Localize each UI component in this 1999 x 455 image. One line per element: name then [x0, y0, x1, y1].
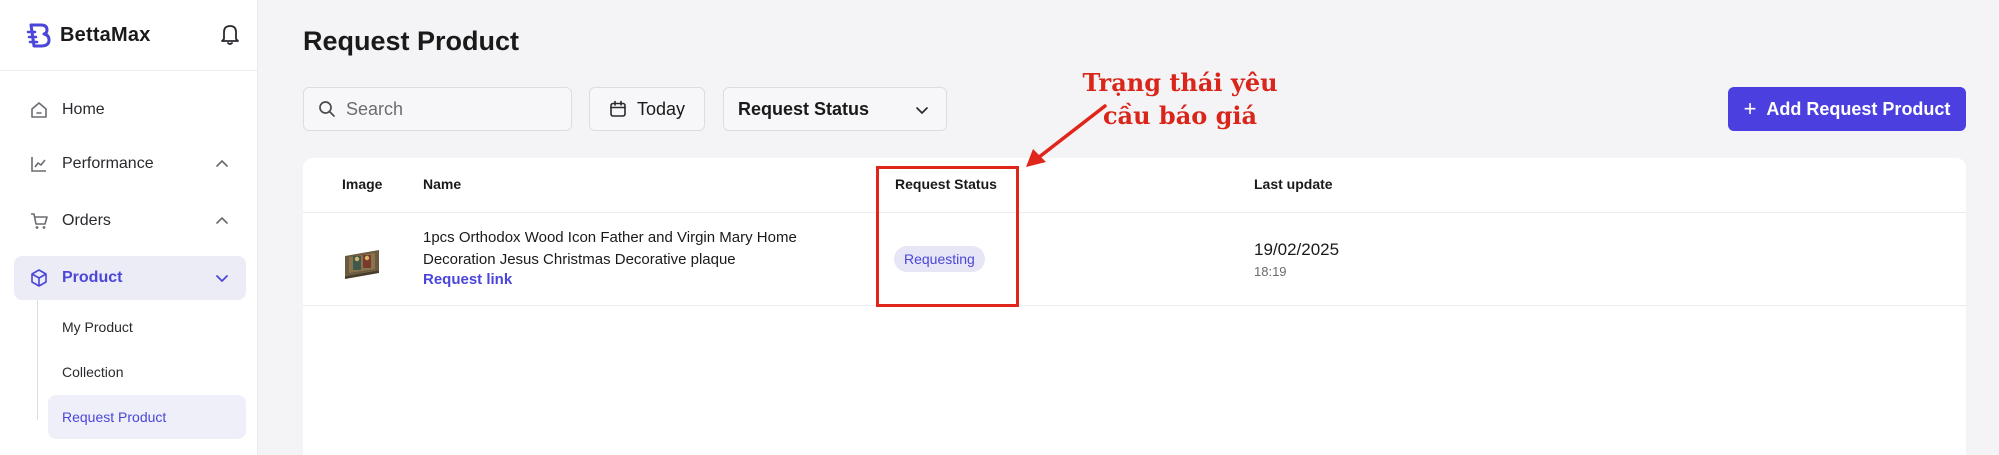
column-header-name: Name [423, 176, 462, 192]
header-divider [303, 212, 1966, 213]
submenu-guide-line [37, 300, 38, 420]
product-name-line: Decoration Jesus Christmas Decorative pl… [423, 251, 736, 268]
plus-icon: + [1743, 96, 1757, 121]
sidebar-subitem-label: My Product [62, 319, 133, 335]
column-header-last-update: Last update [1254, 176, 1333, 192]
annotation-text: Trạng thái yêu cầu báo giá [1080, 66, 1280, 132]
request-table [303, 158, 1966, 455]
add-request-product-button[interactable]: + Add Request Product [1728, 87, 1966, 131]
search-icon [319, 101, 335, 117]
home-icon [28, 99, 50, 121]
sidebar-item-product[interactable]: Product [14, 256, 246, 300]
last-update-date: 19/02/2025 [1254, 240, 1340, 259]
product-name: 1pcs Orthodox Wood Icon Father and Virgi… [423, 227, 823, 271]
date-filter-label: Today [636, 98, 686, 119]
row-divider [303, 305, 1966, 306]
sidebar-subitem-label: Collection [62, 364, 124, 380]
sidebar-item-label: Orders [62, 212, 111, 229]
sidebar-item-label: Home [62, 101, 105, 118]
sidebar-subitem-label: Request Product [62, 409, 167, 425]
sidebar-subitem-collection[interactable]: Collection [48, 350, 246, 394]
request-link[interactable]: Request link [423, 271, 512, 288]
chart-icon [28, 153, 50, 175]
request-status-select-label: Request Status [738, 98, 870, 119]
sidebar-item-label: Performance [62, 155, 154, 172]
chevron-up-icon[interactable] [214, 156, 230, 172]
annotation-line: Trạng thái yêu [1082, 68, 1278, 97]
search-box[interactable] [303, 87, 572, 131]
sidebar-item-performance[interactable]: Performance [14, 142, 246, 186]
annotation-highlight-box [876, 166, 1019, 307]
sidebar-item-label: Product [62, 269, 123, 286]
brand-name: BettaMax [60, 23, 151, 46]
sidebar: BettaMax Home Performance Orders Product [0, 0, 258, 455]
date-filter-button[interactable]: Today [589, 87, 705, 131]
product-name-line: 1pcs Orthodox Wood Icon Father and Virgi… [423, 229, 797, 246]
last-update-time: 18:19 [1254, 264, 1287, 279]
sidebar-item-orders[interactable]: Orders [14, 199, 246, 243]
sidebar-divider [0, 70, 258, 71]
search-input[interactable] [346, 98, 556, 120]
sidebar-item-home[interactable]: Home [14, 88, 246, 132]
product-thumbnail[interactable] [341, 246, 383, 280]
chevron-down-icon[interactable] [214, 270, 230, 286]
page-title: Request Product [303, 26, 520, 56]
bell-icon[interactable] [219, 22, 241, 46]
chevron-up-icon[interactable] [214, 213, 230, 229]
cart-icon [28, 210, 50, 232]
sidebar-subitem-my-product[interactable]: My Product [48, 305, 246, 349]
sidebar-subitem-request-product[interactable]: Request Product [48, 395, 246, 439]
request-status-select[interactable]: Request Status [723, 87, 947, 131]
annotation-line: cầu báo giá [1102, 101, 1258, 130]
chevron-down-icon [916, 107, 928, 114]
column-header-image: Image [342, 176, 383, 192]
add-request-product-label: Add Request Product [1766, 98, 1951, 119]
calendar-icon [610, 100, 626, 117]
box-icon [28, 267, 50, 289]
brand[interactable]: BettaMax [26, 20, 151, 50]
bettamax-logo-icon [26, 23, 51, 48]
